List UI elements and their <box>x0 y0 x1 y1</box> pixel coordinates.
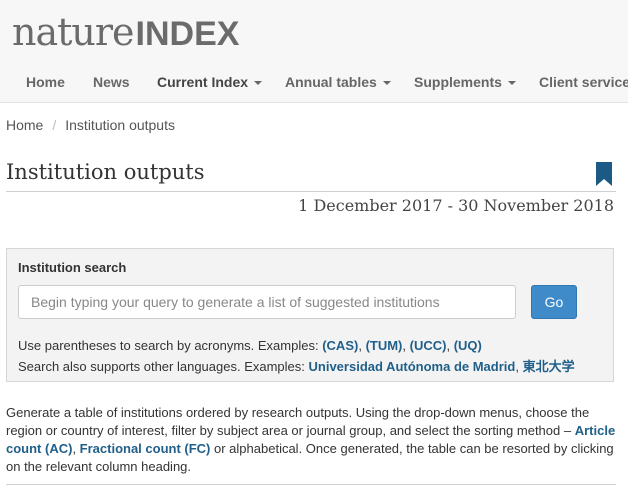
example-link-tohoku[interactable]: 東北大学 <box>523 359 575 374</box>
logo-index-wordmark: INDEX <box>135 15 240 53</box>
breadcrumb: Home / Institution outputs <box>6 117 175 133</box>
nav-supplements-label: Supplements <box>414 74 502 90</box>
example-link-uq[interactable]: (UQ) <box>454 338 482 353</box>
institution-search-input[interactable] <box>18 285 516 319</box>
acronym-hint: Use parentheses to search by acronyms. E… <box>18 338 482 353</box>
example-link-uam[interactable]: Universidad Autónoma de Madrid <box>309 359 516 374</box>
example-link-cas[interactable]: (CAS) <box>322 338 358 353</box>
masthead: nature INDEX <box>0 0 628 64</box>
nav-current-index-label: Current Index <box>157 74 249 90</box>
nav-news[interactable]: News <box>93 74 130 90</box>
language-hint: Search also supports other languages. Ex… <box>18 359 575 374</box>
nav-home[interactable]: Home <box>26 74 65 90</box>
example-link-ucc[interactable]: (UCC) <box>410 338 447 353</box>
breadcrumb-home[interactable]: Home <box>6 117 43 133</box>
main-nav: Home News Current Index Annual tables Su… <box>0 64 628 103</box>
chevron-down-icon <box>382 81 391 86</box>
title-divider <box>6 191 616 192</box>
breadcrumb-separator: / <box>52 117 57 133</box>
language-hint-text: Search also supports other languages. Ex… <box>18 359 305 374</box>
section-divider <box>6 484 616 485</box>
chevron-down-icon <box>254 81 263 86</box>
date-range: 1 December 2017 - 30 November 2018 <box>298 196 614 215</box>
panel-title: Institution search <box>18 260 127 275</box>
nav-supplements[interactable]: Supplements <box>414 74 516 90</box>
bookmark-icon[interactable] <box>596 162 612 186</box>
nav-client-services[interactable]: Client services <box>539 74 628 90</box>
go-button[interactable]: Go <box>531 285 577 319</box>
page-description: Generate a table of institutions ordered… <box>6 405 616 474</box>
nature-index-logo[interactable]: nature INDEX <box>12 12 239 54</box>
description-text: Generate a table of institutions ordered… <box>6 405 590 438</box>
nav-annual-tables-label: Annual tables <box>285 74 377 90</box>
nav-annual-tables[interactable]: Annual tables <box>285 74 391 90</box>
page-title: Institution outputs <box>6 160 205 184</box>
institution-search-panel: Institution search Go Use parentheses to… <box>6 248 614 382</box>
chevron-down-icon <box>507 81 516 86</box>
logo-nature-wordmark: nature <box>12 10 135 54</box>
example-link-tum[interactable]: (TUM) <box>366 338 403 353</box>
acronym-hint-text: Use parentheses to search by acronyms. E… <box>18 338 319 353</box>
breadcrumb-current: Institution outputs <box>65 117 175 133</box>
fractional-count-link[interactable]: Fractional count (FC) <box>80 441 211 456</box>
nav-current-index[interactable]: Current Index <box>157 74 263 90</box>
